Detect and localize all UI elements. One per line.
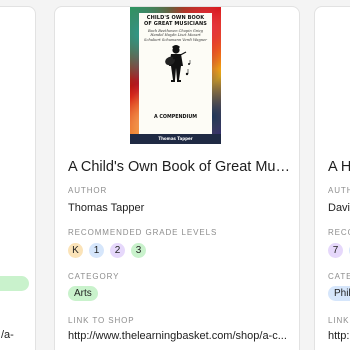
cover-title: CHILD'S OWN BOOK OF GREAT MUSICIANS <box>144 15 207 27</box>
author-label: AUTHOR <box>68 186 108 195</box>
book-card-childs-own-book[interactable]: CHILD'S OWN BOOK OF GREAT MUSICIANS Bach… <box>54 6 300 350</box>
grade-levels-list: K 1 2 3 <box>68 243 146 258</box>
category-pill <box>0 276 29 291</box>
cover-author: Thomas Tapper <box>130 134 221 144</box>
book-card-left[interactable]: /a- <box>0 6 36 350</box>
author-value: David <box>328 202 350 214</box>
book-grid: /a- CHILD'S OWN BOOK OF GREAT MUSICIANS … <box>0 0 350 350</box>
category-pill: Arts <box>68 286 98 301</box>
book-title[interactable]: A Hi <box>328 158 350 176</box>
grade-levels-label: RECOM <box>328 228 350 237</box>
author-label: AUTHO <box>328 186 350 195</box>
grade-pill-1: 1 <box>89 243 104 258</box>
book-card-right[interactable]: A Hi AUTHO David RECOM 7 CATEG Phili LIN… <box>314 6 350 350</box>
grade-levels-label: RECOMMENDED GRADE LEVELS <box>68 228 218 237</box>
category-label: CATEG <box>328 272 350 281</box>
shop-link-label: LINK T <box>328 316 350 325</box>
shop-link[interactable]: /a- <box>1 329 14 341</box>
book-cover-image[interactable]: CHILD'S OWN BOOK OF GREAT MUSICIANS Bach… <box>130 7 221 144</box>
grade-levels-list: 7 <box>328 243 350 258</box>
lute-player-icon <box>164 45 190 83</box>
category-label: CATEGORY <box>68 272 120 281</box>
shop-link[interactable]: http: <box>328 330 349 342</box>
cover-bottom-text: A COMPENDIUM <box>154 115 197 120</box>
grade-pill-2: 2 <box>110 243 125 258</box>
category-pill: Phili <box>328 286 350 301</box>
author-value: Thomas Tapper <box>68 202 145 214</box>
book-title[interactable]: A Child's Own Book of Great Musici... <box>68 158 290 176</box>
grade-pill-k: K <box>68 243 83 258</box>
grade-pill-3: 3 <box>131 243 146 258</box>
shop-link-label: LINK TO SHOP <box>68 316 135 325</box>
cover-subtitle: Bach Beethoven Chopin Grieg Handel Haydn… <box>144 29 207 42</box>
shop-link[interactable]: http://www.thelearningbasket.com/shop/a-… <box>68 330 290 342</box>
grade-pill-7: 7 <box>328 243 343 258</box>
